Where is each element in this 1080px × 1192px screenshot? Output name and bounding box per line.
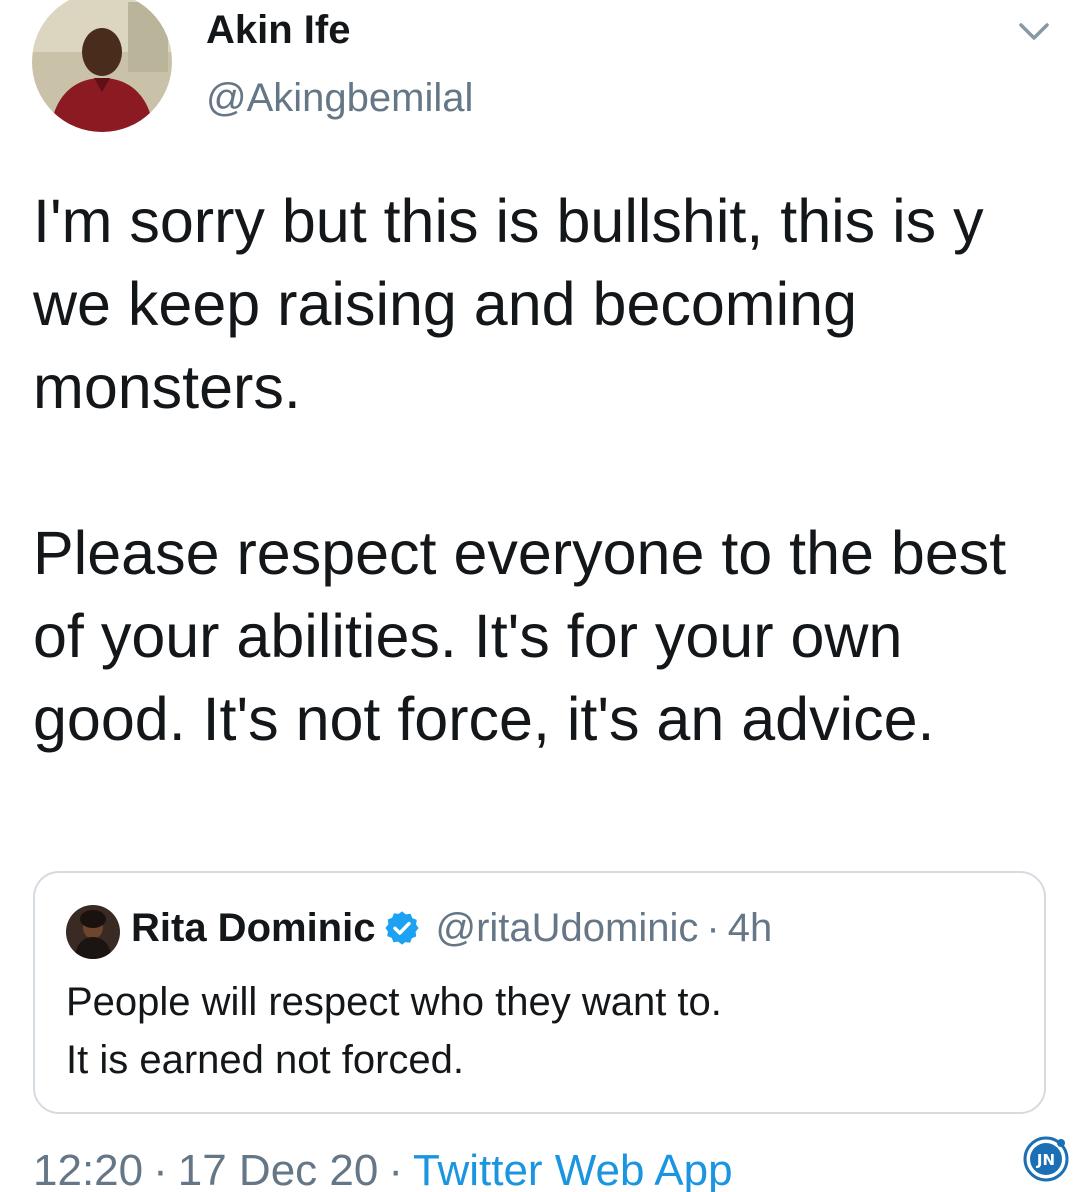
quoted-tweet[interactable]: Rita Dominic @ritaUdominic · 4h People w… (33, 871, 1046, 1114)
tweet-source-link[interactable]: Twitter Web App (413, 1146, 733, 1192)
chevron-down-icon[interactable] (1016, 16, 1052, 46)
separator: · (388, 1146, 403, 1192)
author-avatar[interactable] (32, 0, 172, 132)
quoted-author-avatar[interactable] (66, 905, 120, 959)
verified-badge-icon (383, 909, 421, 947)
tweet-time[interactable]: 12:20 (33, 1146, 143, 1192)
quoted-tweet-header: Rita Dominic @ritaUdominic · 4h (131, 903, 772, 953)
quoted-author-name[interactable]: Rita Dominic (131, 906, 375, 951)
watermark-logo: JN (1022, 1134, 1070, 1182)
separator: · (706, 905, 720, 950)
quoted-timestamp[interactable]: 4h (728, 906, 773, 951)
quoted-author-handle[interactable]: @ritaUdominic (435, 906, 698, 951)
quoted-line: It is earned not forced. (66, 1038, 465, 1082)
tweet-paragraph: Please respect everyone to the best of y… (33, 519, 1007, 753)
svg-text:JN: JN (1036, 1151, 1055, 1169)
quoted-tweet-text: People will respect who they want to. It… (66, 973, 1006, 1089)
tweet-meta: 12:20 · 17 Dec 20 · Twitter Web App (33, 1146, 733, 1192)
quoted-line: People will respect who they want to. (66, 980, 722, 1024)
tweet-paragraph: I'm sorry but this is bullshit, this is … (33, 187, 984, 421)
author-handle[interactable]: @Akingbemilal (206, 76, 473, 121)
separator: · (153, 1146, 168, 1192)
tweet-detail: Akin Ife @Akingbemilal I'm sorry but thi… (0, 0, 1080, 1192)
tweet-date[interactable]: 17 Dec 20 (178, 1146, 379, 1192)
author-name[interactable]: Akin Ife (206, 8, 350, 53)
tweet-text: I'm sorry but this is bullshit, this is … (33, 180, 1043, 761)
